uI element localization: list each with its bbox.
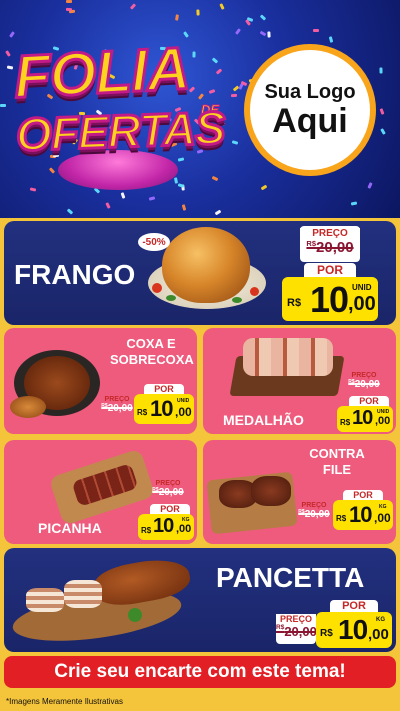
old-price-tag: PREÇO R$20,00	[150, 480, 186, 504]
confetti-piece	[367, 182, 373, 189]
product-name: FRANGO	[14, 259, 136, 290]
old-price-tag: PREÇO R$20,00	[100, 396, 134, 420]
confetti-piece	[260, 184, 268, 191]
chicken-thigh-image	[8, 346, 104, 430]
confetti-piece	[129, 3, 137, 10]
confetti-piece	[66, 208, 74, 215]
confetti-piece	[259, 14, 267, 21]
old-price-tag: PREÇO R$20,00	[276, 614, 317, 644]
medallion-skewers-image	[229, 332, 345, 398]
new-price: R$ 10 ,00 UNID	[134, 394, 194, 424]
old-price: R$20,00	[276, 624, 317, 639]
confetti-piece	[379, 67, 383, 74]
product-card-contra-file: CONTRA FILE PREÇO R$20,00 POR R$ 10 ,00 …	[203, 440, 396, 544]
preco-label: PREÇO	[300, 228, 360, 239]
pancetta-image	[8, 553, 204, 650]
confetti-piece	[65, 7, 73, 12]
confetti-piece	[313, 29, 319, 32]
confetti-piece	[175, 14, 179, 21]
product-name: COXA E SOBRECOXA	[110, 336, 194, 367]
confetti-piece	[380, 128, 386, 135]
flyer: FOLIA DE OFERTAS Sua Logo Aqui FRANGO PR…	[0, 0, 400, 711]
discount-badge: -50%	[138, 233, 170, 251]
preco-label: PREÇO	[155, 480, 181, 487]
confetti-piece	[105, 202, 111, 209]
preco-label: PREÇO	[276, 614, 316, 624]
confetti-piece	[259, 30, 267, 37]
confetti-piece	[181, 204, 187, 211]
old-price-tag: PREÇO R$20,00	[347, 372, 381, 396]
product-card-picanha: PREÇO R$20,00 POR PICANHA R$ 10 ,00 KG	[4, 440, 197, 544]
picanha-image	[48, 448, 160, 526]
new-price: R$ 10 ,00 KG	[138, 514, 194, 540]
product-name: CONTRA FILE	[309, 446, 365, 477]
confetti-piece	[350, 201, 358, 206]
logo-placeholder: Sua Logo Aqui	[244, 44, 376, 176]
new-price: R$ 10 ,00 KG	[316, 612, 392, 648]
cta-banner: Crie seu encarte com este tema!	[4, 656, 396, 688]
product-name: MEDALHÃO	[223, 412, 304, 428]
confetti-piece	[196, 9, 200, 16]
preco-label: PREÇO	[104, 396, 130, 403]
old-price-tag: PREÇO R$20,00	[300, 226, 360, 262]
confetti-piece	[0, 104, 6, 107]
product-name: PANCETTA	[216, 562, 365, 593]
title-ofertas: OFERTAS	[14, 100, 227, 162]
logo-line1: Sua Logo	[264, 80, 356, 103]
old-price: R$20,00	[348, 379, 380, 390]
product-card-frango: FRANGO PREÇO R$20,00 POR R$ 10 ,00 UNID …	[4, 221, 396, 325]
old-price-tag: PREÇO R$20,00	[297, 502, 331, 526]
logo-line2: Aqui	[272, 101, 348, 140]
product-name: PICANHA	[38, 520, 102, 536]
preco-label: PREÇO	[351, 372, 377, 379]
product-card-medalhao: PREÇO R$20,00 POR MEDALHÃO R$ 10 ,00 UNI…	[203, 328, 396, 434]
contra-file-image	[206, 466, 299, 535]
disclaimer: *Imagens Meramente Ilustrativas	[6, 697, 123, 706]
old-price: R$20,00	[298, 509, 330, 520]
product-card-coxa: COXA E SOBRECOXA PREÇO R$20,00 POR R$ 10…	[4, 328, 197, 434]
new-price: R$ 10 ,00 UNID	[282, 277, 378, 321]
confetti-piece	[219, 3, 225, 10]
new-price: R$ 10 ,00 KG	[333, 500, 393, 530]
old-price: R$20,00	[306, 239, 354, 256]
old-price: R$20,00	[101, 403, 133, 414]
confetti-piece	[379, 108, 385, 115]
confetti-piece	[214, 209, 222, 216]
confetti-piece	[65, 0, 73, 4]
confetti-piece	[267, 31, 271, 38]
confetti-piece	[328, 36, 334, 43]
old-price: R$20,00	[152, 487, 184, 498]
product-card-pancetta: PANCETTA PREÇO R$20,00 POR R$ 10 ,00 KG	[4, 548, 396, 652]
preco-label: PREÇO	[301, 502, 327, 509]
new-price: R$ 10 ,00 UNID	[337, 406, 393, 432]
title-logo: FOLIA DE OFERTAS	[10, 30, 240, 200]
header: FOLIA DE OFERTAS Sua Logo Aqui	[0, 0, 400, 218]
title-folia: FOLIA	[11, 33, 192, 112]
